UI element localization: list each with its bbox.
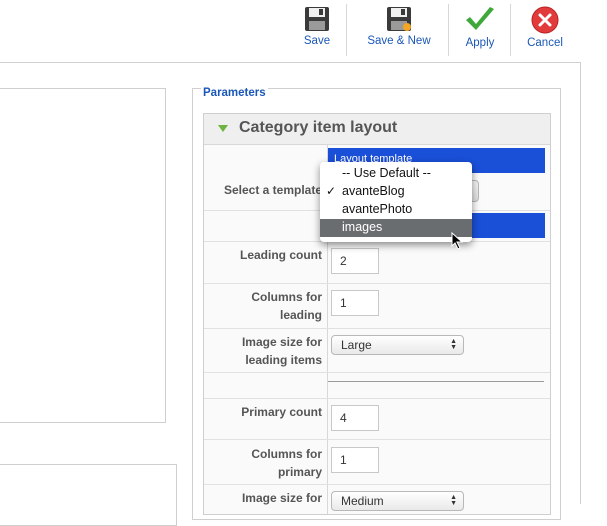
- image-size-leading-label-line1: Image size for: [241, 335, 322, 349]
- columns-leading-label: Columns for leading: [204, 288, 322, 324]
- image-size-primary-label: Image size for: [241, 491, 322, 505]
- row-divider: [204, 398, 550, 399]
- select-arrows-icon: ▲ ▼: [450, 494, 457, 507]
- image-size-leading-label: Image size for leading items: [204, 333, 322, 369]
- dropdown-option-label: avanteBlog: [342, 184, 405, 198]
- left-content-box: [0, 88, 166, 423]
- toolbar-separator: [346, 4, 347, 56]
- apply-label: Apply: [465, 37, 495, 49]
- columns-primary-input[interactable]: 1: [331, 447, 379, 473]
- columns-leading-label-line1: Columns for: [251, 290, 322, 304]
- dropdown-option-avanteblog[interactable]: ✓ avanteBlog: [320, 183, 472, 201]
- image-size-leading-value: Large: [341, 338, 372, 352]
- columns-primary-label: Columns for primary: [204, 445, 322, 481]
- image-size-leading-select[interactable]: Large ▲ ▼: [331, 335, 464, 355]
- separator-line: [328, 381, 544, 382]
- leading-count-label: Leading count: [240, 248, 322, 262]
- toolbar-divider: [0, 62, 580, 63]
- floppy-disk-icon: [305, 7, 329, 31]
- row-divider: [204, 372, 550, 373]
- columns-leading-label-line2: leading: [279, 308, 322, 322]
- dropdown-option-use-default[interactable]: -- Use Default --: [320, 165, 472, 183]
- primary-count-label: Primary count: [241, 405, 322, 419]
- expand-triangle-icon: [218, 125, 228, 132]
- save-and-new-button[interactable]: Save & New: [360, 6, 438, 58]
- dropdown-option-avantephoto[interactable]: avantePhoto: [320, 201, 472, 219]
- save-and-new-label: Save & New: [367, 35, 431, 47]
- save-button[interactable]: Save: [296, 6, 338, 58]
- primary-count-input[interactable]: 4: [331, 405, 379, 431]
- parameters-legend: Parameters: [201, 87, 268, 99]
- left-content-box-lower: [0, 464, 177, 526]
- apply-button[interactable]: Apply: [460, 6, 500, 58]
- mouse-pointer-icon: [451, 232, 464, 250]
- image-size-primary-value: Medium: [341, 494, 384, 508]
- row-divider: [204, 439, 550, 440]
- toolbar-separator: [510, 4, 511, 56]
- columns-leading-input[interactable]: 1: [331, 290, 379, 316]
- toolbar-separator: [448, 4, 449, 56]
- columns-primary-label-line1: Columns for: [251, 447, 322, 461]
- columns-primary-label-line2: primary: [277, 465, 322, 479]
- dropdown-option-images[interactable]: images: [320, 219, 472, 237]
- row-divider: [204, 328, 550, 329]
- checkmark-icon: ✓: [326, 184, 337, 198]
- cancel-button[interactable]: Cancel: [524, 6, 566, 58]
- image-size-leading-label-line2: leading items: [245, 353, 322, 367]
- panel-title: Category item layout: [239, 119, 398, 136]
- select-arrows-icon: ▲ ▼: [450, 338, 457, 351]
- floppy-disk-icon: [387, 7, 411, 31]
- toolbar: Save Save & New Apply Cancel: [0, 0, 607, 62]
- select-template-label: Select a template: [223, 183, 322, 197]
- save-label: Save: [303, 35, 331, 47]
- image-size-primary-select[interactable]: Medium ▲ ▼: [331, 491, 464, 511]
- panel-header[interactable]: Category item layout: [204, 114, 550, 145]
- green-checkmark-icon: [466, 7, 494, 30]
- template-dropdown-menu: -- Use Default -- ✓ avanteBlog avantePho…: [320, 162, 472, 242]
- page-border: [580, 62, 581, 504]
- row-divider: [204, 283, 550, 284]
- red-x-circle-icon: [531, 6, 559, 34]
- row-divider: [204, 484, 550, 485]
- leading-count-input[interactable]: 2: [331, 248, 379, 274]
- cancel-label: Cancel: [527, 37, 563, 49]
